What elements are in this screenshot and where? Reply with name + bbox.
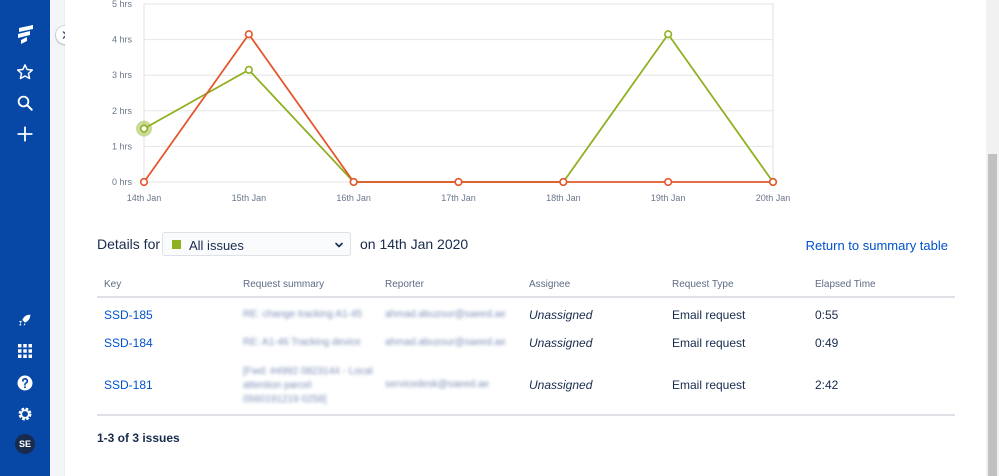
issue-filter-select[interactable]: All issues: [162, 232, 351, 256]
settings-icon[interactable]: [0, 402, 50, 426]
summary-line: 0560191219 0258]: [243, 394, 327, 405]
x-tick-label: 18th Jan: [546, 193, 581, 203]
column-header-key[interactable]: Key: [104, 279, 121, 290]
data-point: [454, 177, 463, 187]
data-point: [768, 177, 778, 187]
plus-icon[interactable]: [0, 122, 50, 146]
elapsed-time: 0:55: [815, 308, 839, 322]
x-tick-label: 19th Jan: [651, 193, 686, 203]
details-toolbar: Details for All issues on 14th Jan 2020 …: [97, 232, 957, 258]
reporter-email: servicedesk@saeed.ae: [385, 379, 490, 390]
assignee: Unassigned: [529, 336, 593, 350]
y-tick-label: 1 hrs: [112, 141, 133, 151]
data-point: [244, 30, 253, 39]
data-point: [349, 177, 358, 187]
y-tick-label: 5 hrs: [112, 0, 133, 9]
issues-table: Key Request summary Reporter Assignee Re…: [97, 275, 955, 416]
help-icon[interactable]: [0, 371, 50, 395]
data-point: [139, 177, 149, 187]
x-tick-label: 20th Jan: [756, 193, 791, 203]
return-to-summary-link[interactable]: Return to summary table: [806, 238, 948, 253]
y-tick-label: 2 hrs: [112, 106, 133, 116]
y-tick-label: 3 hrs: [112, 70, 133, 80]
column-header-assignee[interactable]: Assignee: [529, 279, 570, 290]
issue-key-link[interactable]: SSD-185: [104, 308, 153, 322]
y-tick-label: 4 hrs: [112, 35, 133, 45]
results-count: 1-3 of 3 issues: [97, 431, 180, 445]
rocket-icon[interactable]: [0, 308, 50, 332]
data-point: [244, 65, 253, 74]
chevron-down-icon: [335, 242, 343, 248]
issue-key-link[interactable]: SSD-184: [104, 336, 153, 350]
line-chart: 0 hrs 1 hrs 2 hrs 3 hrs 4 hrs 5 hrs 14th Jan 15…: [112, 0, 791, 203]
details-date: on 14th Jan 2020: [360, 236, 469, 252]
request-summary[interactable]: RE: A1-46 Tracking device: [243, 336, 361, 350]
table-header: Key Request summary Reporter Assignee Re…: [97, 275, 955, 298]
data-point: [664, 177, 673, 187]
elapsed-time: 0:49: [815, 336, 839, 350]
column-header-request-type[interactable]: Request Type: [672, 279, 734, 290]
summary-line: attention parcel: [243, 380, 312, 391]
elapsed-time: 2:42: [815, 378, 839, 392]
table-row[interactable]: SSD-181 [Fwd: #4992 0823144 - Local atte…: [97, 362, 955, 414]
avatar: SE: [15, 434, 35, 454]
star-icon[interactable]: [0, 60, 50, 84]
x-tick-label: 17th Jan: [441, 193, 476, 203]
issue-key-link[interactable]: SSD-181: [104, 378, 153, 392]
filter-color-swatch: [172, 240, 181, 249]
details-label: Details for: [97, 236, 161, 252]
request-type: Email request: [672, 378, 746, 392]
data-point: [139, 124, 149, 133]
assignee: Unassigned: [529, 378, 593, 392]
reporter-email: ahmad.abuzour@saeed.ae: [385, 337, 506, 348]
plot-area: [143, 3, 774, 183]
x-tick-label: 14th Jan: [127, 193, 162, 203]
column-header-elapsed-time[interactable]: Elapsed Time: [815, 279, 876, 290]
request-summary[interactable]: [Fwd: #4992 0823144 - Local attention pa…: [243, 365, 373, 407]
assignee: Unassigned: [529, 308, 593, 322]
filter-selected-value: All issues: [189, 238, 244, 253]
table-bottom-border: [97, 414, 955, 416]
x-tick-label: 15th Jan: [232, 193, 267, 203]
column-header-reporter[interactable]: Reporter: [385, 279, 424, 290]
jira-logo-icon[interactable]: [0, 22, 50, 46]
sidebar-resize-strip: [50, 0, 65, 476]
page-scrollbar[interactable]: [986, 0, 999, 476]
global-sidebar: SE: [0, 0, 50, 476]
reporter-email: ahmad.abuzour@saeed.ae: [385, 309, 506, 320]
x-tick-label: 16th Jan: [336, 193, 371, 203]
data-point: [559, 177, 568, 187]
table-row[interactable]: SSD-184 RE: A1-46 Tracking device ahmad.…: [97, 334, 955, 362]
app-grid-icon[interactable]: [0, 339, 50, 363]
scrollbar-thumb[interactable]: [988, 154, 997, 476]
request-type: Email request: [672, 336, 746, 350]
search-icon[interactable]: [0, 91, 50, 115]
column-header-summary[interactable]: Request summary: [243, 279, 324, 290]
y-tick-label: 0 hrs: [112, 177, 133, 187]
user-avatar[interactable]: SE: [0, 432, 50, 456]
request-summary[interactable]: RE: change tracking A1-45: [243, 308, 362, 322]
table-row[interactable]: SSD-185 RE: change tracking A1-45 ahmad.…: [97, 306, 955, 334]
data-point: [664, 30, 673, 39]
summary-line: [Fwd: #4992 0823144 - Local: [243, 366, 373, 377]
request-type: Email request: [672, 308, 746, 322]
